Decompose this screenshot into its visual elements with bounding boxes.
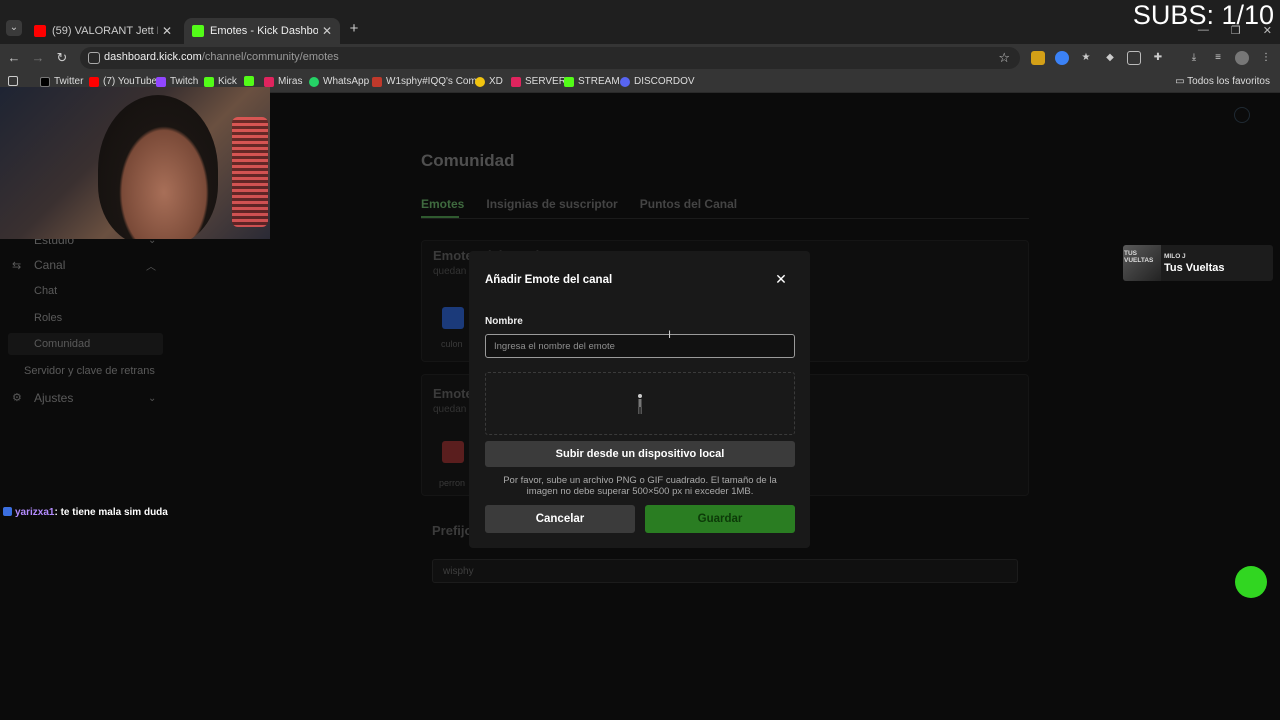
kick-green-icon bbox=[244, 76, 254, 86]
bookmark-label: STREAM bbox=[578, 76, 620, 87]
bookmark-label: WhatsApp bbox=[323, 76, 370, 87]
album-art-text: TUS VUELTAS bbox=[1124, 250, 1154, 264]
rgb-light bbox=[232, 117, 268, 227]
download-icon[interactable]: ⤓ bbox=[1187, 51, 1201, 65]
name-label: Nombre bbox=[485, 316, 523, 327]
twitch-icon bbox=[156, 76, 166, 87]
bookmark-miras[interactable]: Miras bbox=[264, 76, 302, 87]
x-red-icon bbox=[264, 76, 274, 87]
bookmark-server[interactable]: SERVER bbox=[511, 76, 566, 87]
kick-icon bbox=[204, 76, 214, 87]
bookmark-label: Twitch bbox=[170, 76, 199, 87]
browser-tab-kick[interactable]: Emotes - Kick Dashboard ✕ bbox=[184, 18, 340, 44]
now-playing-widget: TUS VUELTAS MILO J Tus Vueltas bbox=[1123, 245, 1273, 281]
extension-media-icon[interactable] bbox=[1127, 51, 1141, 65]
bookmark-label: XD bbox=[489, 76, 503, 87]
back-icon[interactable]: ← bbox=[6, 50, 22, 66]
extension-shield-icon[interactable] bbox=[1031, 51, 1045, 65]
youtube-icon bbox=[89, 76, 99, 87]
close-tab-icon[interactable]: ✕ bbox=[322, 24, 332, 38]
close-tab-icon[interactable]: ✕ bbox=[162, 24, 172, 38]
extension-star-icon[interactable]: ★ bbox=[1079, 51, 1093, 65]
chat-text: : te tiene mala sim duda bbox=[54, 507, 168, 518]
tab-title: Emotes - Kick Dashboard bbox=[210, 25, 318, 37]
bookmark-label: Miras bbox=[278, 76, 303, 87]
bookmark-twitter[interactable]: Twitter bbox=[40, 76, 83, 87]
bookmark-label: Twitter bbox=[54, 76, 84, 87]
text-cursor-icon: I bbox=[668, 329, 672, 341]
loading-figure-icon bbox=[638, 394, 642, 414]
track-artist: MILO J bbox=[1164, 253, 1186, 260]
save-button[interactable]: Guardar bbox=[645, 505, 795, 533]
extension-blue-icon[interactable] bbox=[1055, 51, 1069, 65]
dialog-title: Añadir Emote del canal bbox=[485, 274, 613, 286]
cancel-button[interactable]: Cancelar bbox=[485, 505, 635, 533]
emoji-icon bbox=[475, 76, 485, 87]
upload-local-button[interactable]: Subir desde un dispositivo local bbox=[485, 441, 795, 467]
bookmark-label: DISCORDOV bbox=[634, 76, 695, 87]
add-emote-dialog: Añadir Emote del canal ✕ Nombre Subir de… bbox=[469, 251, 810, 548]
reload-icon[interactable]: ↻ bbox=[54, 50, 70, 66]
new-tab-icon[interactable]: + bbox=[346, 21, 362, 37]
site-info-icon[interactable] bbox=[88, 52, 100, 64]
media-queue-icon[interactable]: ≡ bbox=[1211, 51, 1225, 65]
kick-icon bbox=[192, 25, 204, 37]
kick-icon bbox=[564, 76, 574, 87]
tab-search-icon[interactable]: ⌄ bbox=[6, 20, 22, 36]
tracker-icon bbox=[372, 76, 382, 87]
bookmark-kick-green[interactable] bbox=[244, 76, 258, 86]
all-bookmarks-label: Todos los favoritos bbox=[1187, 76, 1270, 87]
extensions-puzzle-icon[interactable]: ✚ bbox=[1151, 51, 1165, 65]
bookmark-xd[interactable]: XD bbox=[475, 76, 503, 87]
browser-toolbar: ← → ↻ dashboard.kick.com/channel/communi… bbox=[0, 44, 1280, 72]
close-icon[interactable]: ✕ bbox=[774, 272, 788, 286]
bookmark-youtube[interactable]: (7) YouTube bbox=[89, 76, 157, 87]
menu-kebab-icon[interactable]: ⋮ bbox=[1259, 51, 1273, 65]
bookmark-kick[interactable]: Kick bbox=[204, 76, 237, 87]
bookmark-label: (7) YouTube bbox=[103, 76, 158, 87]
support-chat-icon[interactable] bbox=[1235, 566, 1267, 598]
chat-username: yarizxa1 bbox=[15, 507, 55, 518]
bookmark-stream[interactable]: STREAM bbox=[564, 76, 620, 87]
x-icon bbox=[40, 76, 50, 87]
bookmark-tracker[interactable]: W1sphy#IQQ's Com... bbox=[372, 76, 485, 87]
browser-tab-youtube[interactable]: (59) VALORANT Jett Dance #sh ✕ bbox=[26, 18, 180, 44]
discord-icon bbox=[620, 76, 630, 87]
folder-icon: ▭ bbox=[1175, 76, 1188, 87]
bookmark-star-icon[interactable]: ☆ bbox=[998, 50, 1010, 66]
webcam-overlay bbox=[0, 87, 270, 239]
bookmark-twitch[interactable]: Twitch bbox=[156, 76, 198, 87]
apps-grid-icon[interactable] bbox=[8, 76, 22, 86]
youtube-icon bbox=[34, 25, 46, 37]
emote-name-input[interactable] bbox=[485, 334, 795, 358]
browser-tabstrip: ⌄ (59) VALORANT Jett Dance #sh ✕ Emotes … bbox=[0, 0, 1280, 44]
streamer-face bbox=[98, 95, 218, 239]
emote-dropzone[interactable] bbox=[485, 372, 795, 435]
all-bookmarks[interactable]: ▭ Todos los favoritos bbox=[1175, 76, 1270, 87]
track-title: Tus Vueltas bbox=[1164, 262, 1225, 274]
whatsapp-icon bbox=[309, 76, 319, 87]
url-path: /channel/community/emotes bbox=[201, 51, 339, 63]
bookmark-label: SERVER bbox=[525, 76, 566, 87]
bookmark-discord[interactable]: DISCORDOV bbox=[620, 76, 695, 87]
url-host: dashboard.kick.com bbox=[104, 51, 202, 63]
extension-diamond-icon[interactable]: ◆ bbox=[1103, 51, 1117, 65]
album-art: TUS VUELTAS bbox=[1123, 245, 1161, 281]
subs-counter: SUBS: 1/10 bbox=[1132, 0, 1274, 30]
tab-title: (59) VALORANT Jett Dance #sh bbox=[52, 25, 158, 37]
bookmark-label: Kick bbox=[218, 76, 237, 87]
screen: ⌄ (59) VALORANT Jett Dance #sh ✕ Emotes … bbox=[0, 0, 1280, 720]
chat-message: yarizxa1: te tiene mala sim duda bbox=[3, 507, 168, 518]
x-red-icon bbox=[511, 76, 521, 87]
url-text: dashboard.kick.com/channel/community/emo… bbox=[104, 51, 339, 63]
upload-help-text: Por favor, sube un archivo PNG o GIF cua… bbox=[503, 475, 777, 497]
profile-avatar-icon[interactable] bbox=[1235, 51, 1249, 65]
bookmark-label: W1sphy#IQQ's Com... bbox=[386, 76, 486, 87]
forward-icon[interactable]: → bbox=[30, 50, 46, 66]
chat-badge-icon bbox=[3, 507, 12, 516]
bookmark-whatsapp[interactable]: WhatsApp bbox=[309, 76, 369, 87]
address-bar[interactable]: dashboard.kick.com/channel/community/emo… bbox=[80, 47, 1020, 69]
